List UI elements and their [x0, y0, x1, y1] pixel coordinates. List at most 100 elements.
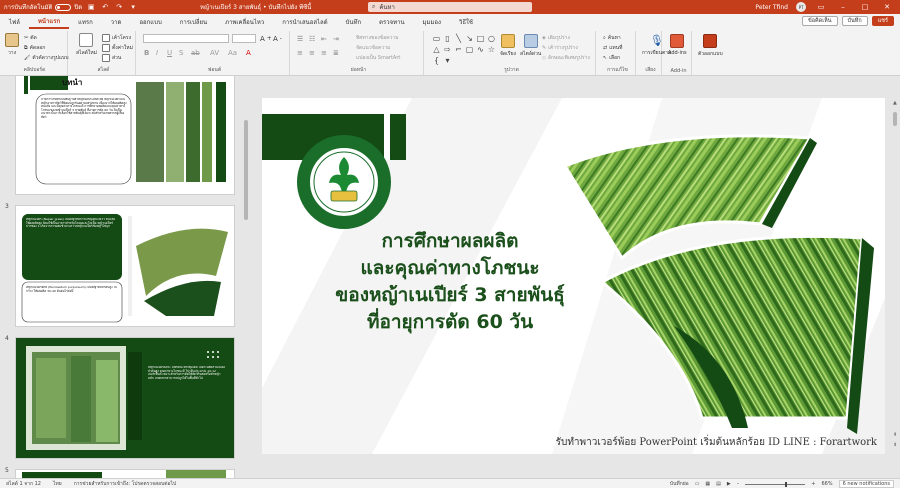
shape-fill-button[interactable]: ◈ เติมรูปร่าง — [542, 34, 570, 42]
more-shapes-icon[interactable]: ▾ — [443, 56, 452, 65]
textbox-icon[interactable]: ▭ — [432, 34, 441, 43]
bullets-button[interactable]: ☰ — [297, 35, 303, 43]
record-button[interactable]: บันทึก — [841, 16, 868, 26]
shape-effects-button[interactable]: ◇ ลักษณะพิเศษรูปร่าง — [542, 54, 590, 62]
reset-button[interactable]: ตั้งค่าใหม่ — [102, 44, 133, 52]
layout-button[interactable]: เค้าโครง — [102, 34, 131, 42]
addins-button[interactable]: Add-ins — [668, 34, 687, 56]
tab-file[interactable]: ไฟล์ — [0, 14, 29, 29]
underline-button[interactable]: U — [167, 49, 172, 57]
tab-review[interactable]: ตรวจทาน — [370, 14, 413, 29]
tab-insert[interactable]: แทรก — [69, 14, 102, 29]
new-slide-button[interactable]: สไลด์ใหม่ — [76, 33, 97, 57]
justify-button[interactable]: ≣ — [333, 49, 339, 57]
select-button[interactable]: ↖ เลือก — [603, 54, 620, 62]
strikethrough-button[interactable]: ab — [191, 49, 200, 57]
rounded-rect-icon[interactable]: ▢ — [465, 45, 474, 54]
thumbnail-slide-3[interactable]: หญ้าเนเปียร์ (Napier grass) เป็นหญ้าที่ม… — [16, 206, 234, 326]
section-button[interactable]: ส่วน — [102, 54, 121, 62]
autosave-toggle[interactable] — [55, 3, 72, 11]
tab-home[interactable]: หน้าแรก — [28, 14, 70, 29]
thumbnail-slide-2[interactable]: บทนำ ภาคการเกษตรเป็นพื้นฐานสำคัญของประเท… — [16, 76, 234, 194]
numbering-button[interactable]: ☷ — [309, 35, 315, 43]
accessibility-status[interactable]: การช่วยสำหรับการเข้าถึง: โปรดตรวจสอบต่อไ… — [68, 480, 183, 488]
increase-indent-button[interactable]: ⇥ — [333, 35, 339, 43]
slide-scroll-thumb[interactable] — [893, 112, 897, 126]
notifications-badge[interactable]: 6 new notifications — [838, 480, 894, 488]
scroll-up-icon[interactable]: ▲ — [893, 100, 897, 108]
align-left-button[interactable]: ≡ — [297, 49, 303, 57]
arrow-icon[interactable]: ⇨ — [443, 45, 452, 54]
char-spacing-button[interactable]: AV — [210, 49, 219, 57]
textbox-vertical-icon[interactable]: ▯ — [443, 34, 452, 43]
redo-icon[interactable]: ↷ — [114, 2, 124, 12]
star-icon[interactable]: ☆ — [487, 45, 496, 54]
replace-button[interactable]: ⇄ แทนที่ — [603, 44, 622, 52]
change-case-button[interactable]: Aa — [228, 49, 237, 57]
user-name[interactable]: Peter Tfind — [755, 4, 788, 11]
language-indicator[interactable]: ไทย — [47, 480, 68, 488]
paste-button[interactable]: วาง — [5, 33, 19, 57]
italic-button[interactable]: I — [156, 49, 158, 57]
undo-icon[interactable]: ↶ — [100, 2, 110, 12]
shapes-gallery[interactable]: ▭ ▯ ╲ ↘ □ ○ △ ⇨ ⌐ ▢ ∿ ☆ { ▾ — [432, 34, 498, 65]
bold-button[interactable]: B — [144, 49, 149, 57]
text-direction-button[interactable]: ทิศทางของข้อความ — [356, 34, 399, 42]
tab-record[interactable]: บันทึก — [337, 14, 371, 29]
slide-title[interactable]: การศึกษาผลผลิต และคุณค่าทางโภชนะ ของหญ้า… — [290, 228, 610, 336]
quick-styles-button[interactable]: สไตล์ด่วน — [520, 34, 541, 58]
search-input[interactable]: ⌕ ค้นหา — [368, 2, 532, 12]
grow-font-button[interactable]: A + — [260, 35, 272, 43]
oval-icon[interactable]: ○ — [487, 34, 496, 43]
tab-slideshow[interactable]: การนำเสนอสไลด์ — [273, 14, 336, 29]
slide-sorter-icon[interactable]: ▦ — [705, 481, 710, 487]
smartart-button[interactable]: แปลงเป็น SmartArt — [356, 54, 400, 62]
close-icon[interactable]: ✕ — [880, 3, 894, 11]
shrink-font-button[interactable]: A- — [273, 35, 282, 43]
tab-design[interactable]: ออกแบบ — [130, 14, 170, 29]
font-size-select[interactable] — [232, 34, 256, 43]
align-text-button[interactable]: จัดแนวข้อความ — [356, 44, 390, 52]
customize-toolbar-icon[interactable]: ▾ — [128, 2, 138, 12]
find-button[interactable]: ⌕ ค้นหา — [603, 34, 621, 42]
reading-view-icon[interactable]: ▤ — [716, 481, 721, 487]
shape-outline-button[interactable]: ✎ เค้าร่างรูปร่าง — [542, 44, 578, 52]
notes-button[interactable]: บันทึกย่อ — [670, 480, 689, 488]
thumbnail-slide-5[interactable] — [16, 470, 234, 478]
shadow-button[interactable]: S — [179, 49, 183, 57]
next-slide-icon[interactable]: ⇟ — [893, 442, 897, 450]
rectangle-icon[interactable]: □ — [476, 34, 485, 43]
triangle-icon[interactable]: △ — [432, 45, 441, 54]
thumbnails-scrollbar[interactable] — [243, 80, 249, 476]
tab-view[interactable]: มุมมอง — [414, 14, 450, 29]
zoom-level[interactable]: 66% — [821, 481, 832, 487]
save-icon[interactable]: ▣ — [86, 2, 96, 12]
tab-draw[interactable]: วาด — [102, 14, 131, 29]
slideshow-icon[interactable]: ▶ — [727, 481, 731, 487]
align-center-button[interactable]: ≡ — [309, 49, 315, 57]
previous-slide-icon[interactable]: ⇞ — [893, 432, 897, 440]
font-color-button[interactable]: A — [246, 49, 251, 57]
arrange-button[interactable]: จัดเรียง — [500, 34, 516, 58]
line-icon[interactable]: ╲ — [454, 34, 463, 43]
designer-button[interactable]: ตัวออกแบบ — [698, 34, 723, 58]
thumbnail-slide-4[interactable]: หญ้าเนเปียร์แคระ มีลักษณะทรงพุ่มเตี้ย ใบ… — [16, 338, 234, 458]
copy-button[interactable]: ⧉ คัดลอก — [24, 44, 45, 52]
cut-button[interactable]: ✂ ตัด — [24, 34, 37, 42]
autosave-control[interactable]: การบันทึกอัตโนมัติ ปิด — [4, 2, 82, 12]
arrow-line-icon[interactable]: ↘ — [465, 34, 474, 43]
font-name-select[interactable] — [143, 34, 229, 43]
zoom-in-icon[interactable]: + — [811, 481, 815, 487]
share-button[interactable]: แชร์ — [871, 16, 894, 26]
slide-scrollbar[interactable]: ▲ ⇞ ⇟ — [892, 100, 898, 450]
bracket-icon[interactable]: ⌐ — [454, 45, 463, 54]
align-right-button[interactable]: ≡ — [321, 49, 327, 57]
comment-button[interactable]: ข้อคิดเห็น — [801, 16, 838, 26]
thumbnails-scroll-thumb[interactable] — [244, 120, 248, 220]
normal-view-icon[interactable]: ▭ — [695, 481, 700, 487]
avatar[interactable]: PT — [796, 2, 806, 12]
format-painter-button[interactable]: 🖌 ตัวคัดวางรูปแบบ — [24, 54, 69, 62]
curve-icon[interactable]: ∿ — [476, 45, 485, 54]
maximize-icon[interactable]: □ — [858, 3, 872, 11]
current-slide[interactable]: การศึกษาผลผลิต และคุณค่าทางโภชนะ ของหญ้า… — [262, 98, 885, 454]
